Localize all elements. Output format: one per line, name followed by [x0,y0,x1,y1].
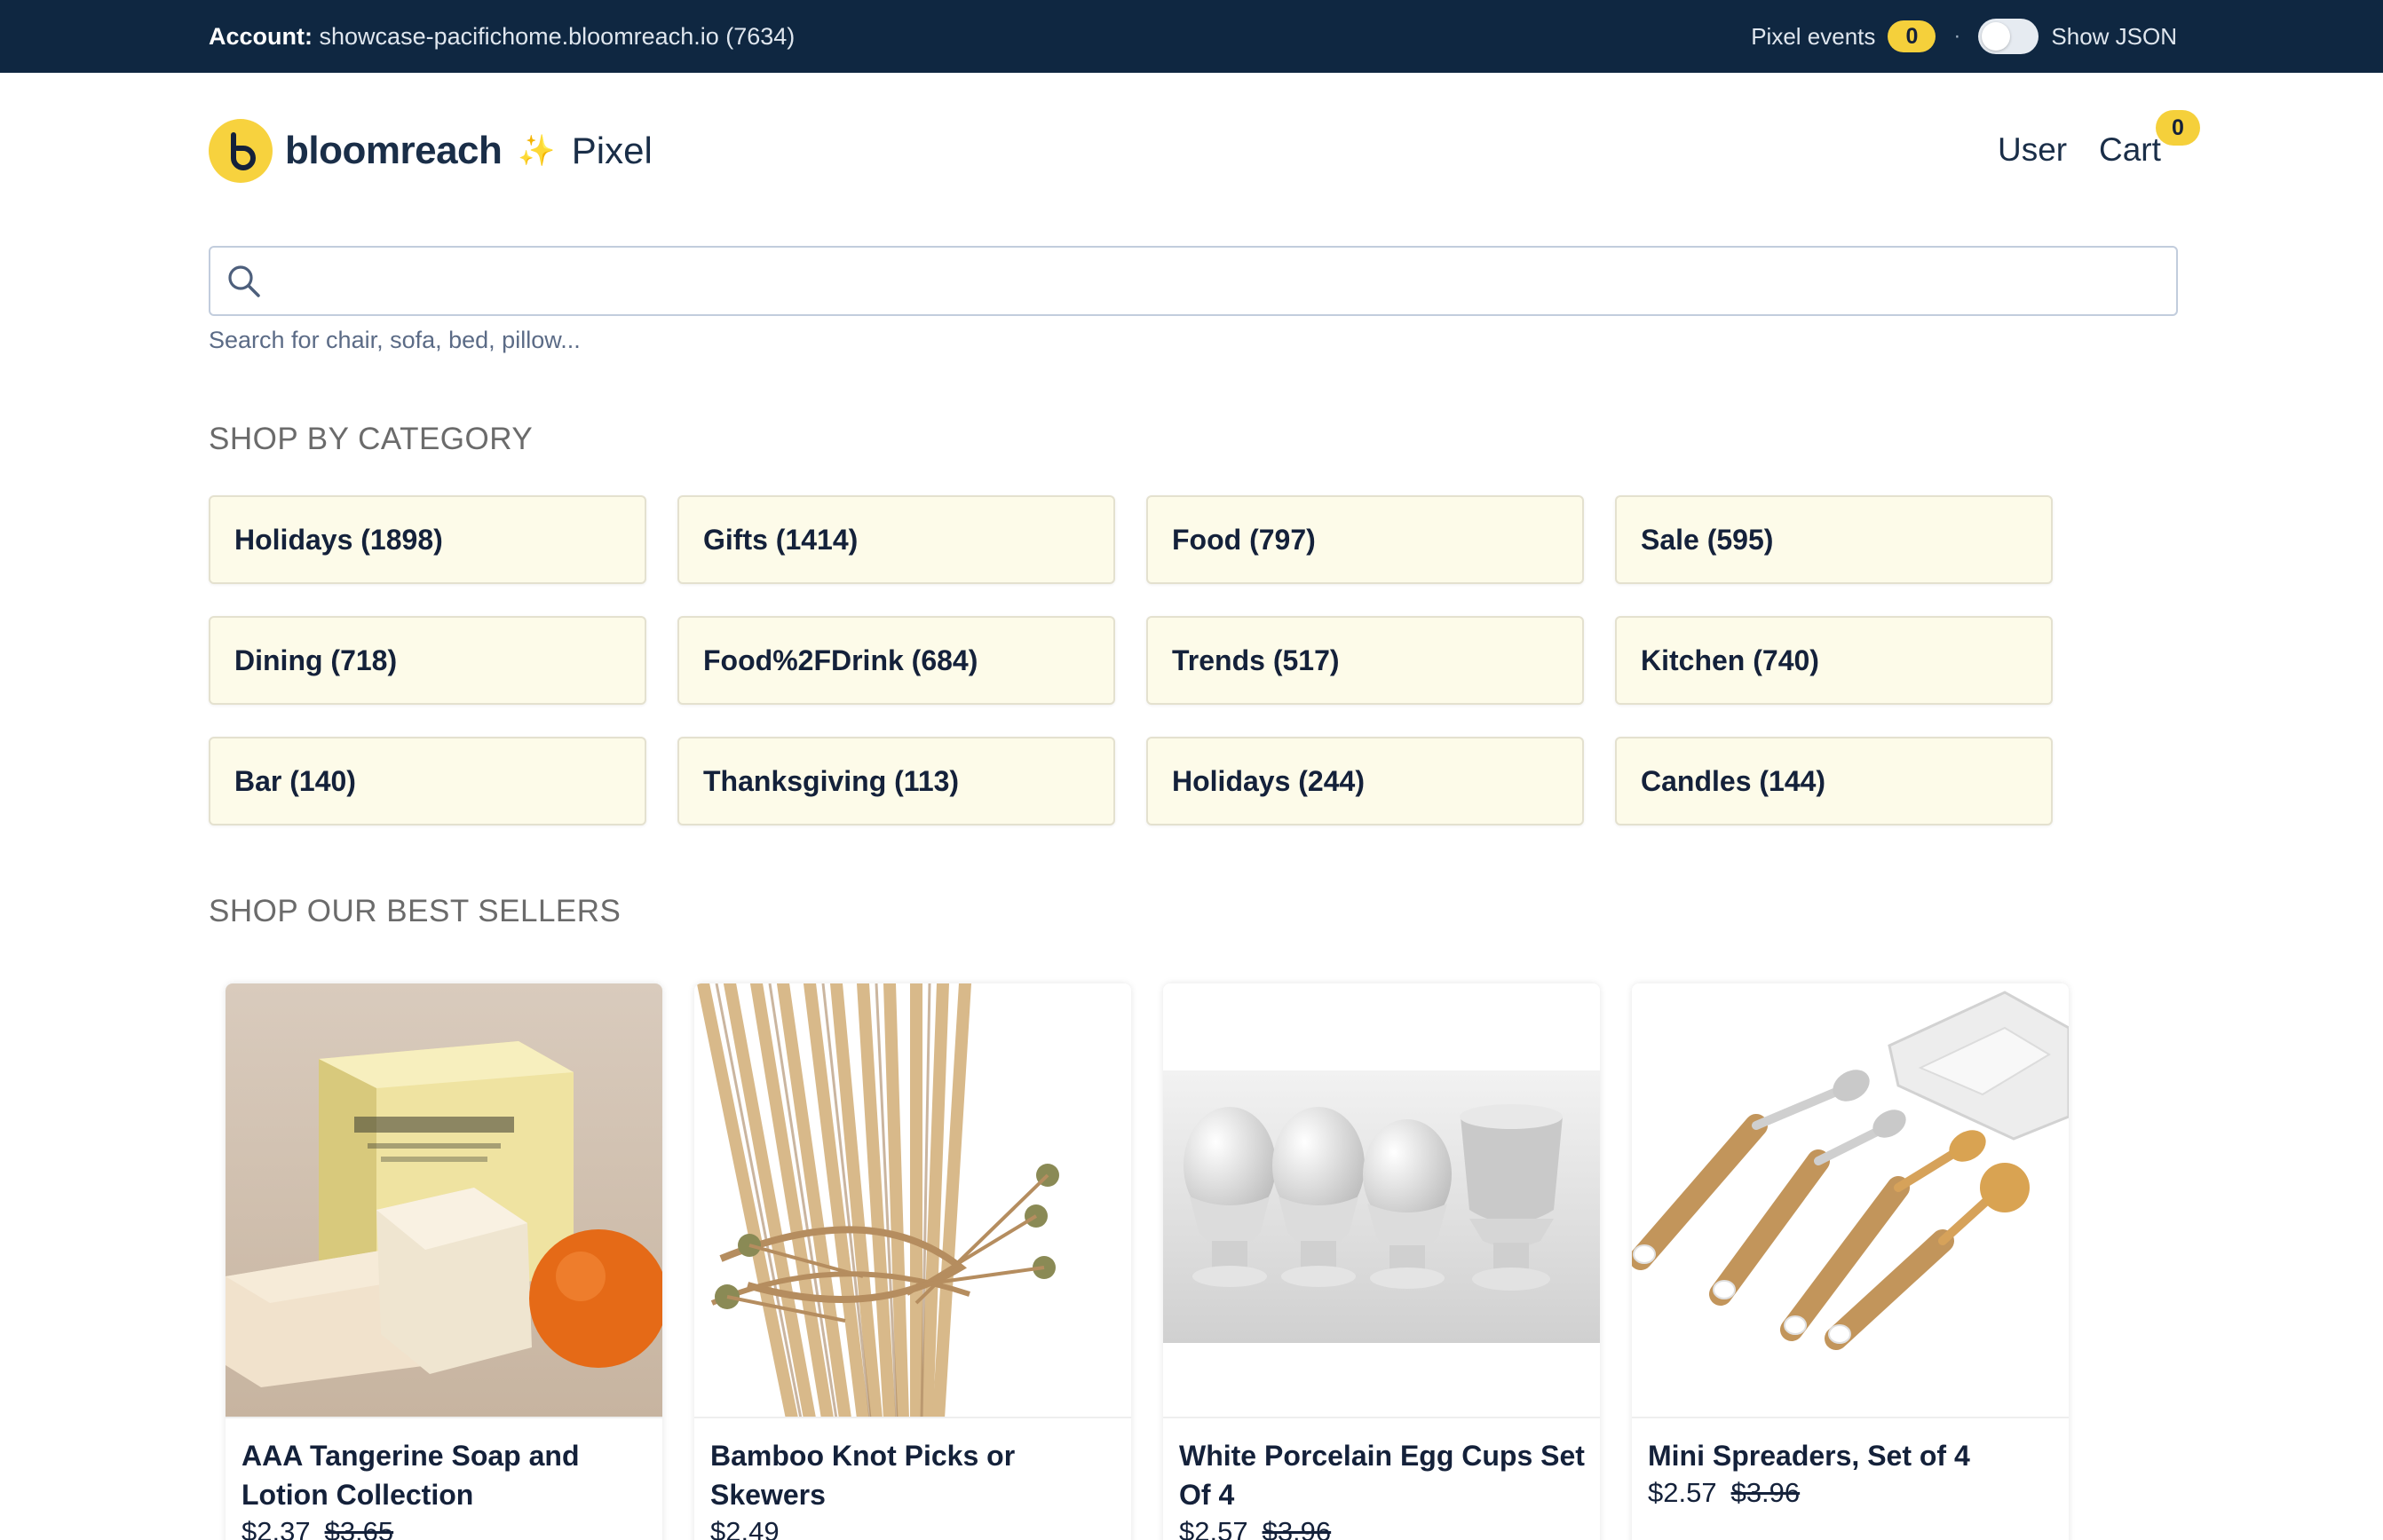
pixel-events-label: Pixel events [1751,22,1876,50]
account-bar-controls: Pixel events 0 · Show JSON [1751,18,2177,55]
original-price: $3.96 [1262,1516,1332,1540]
category-button[interactable]: Candles (144) [1615,737,2053,825]
original-price: $3.65 [324,1516,394,1540]
product-card[interactable]: Bamboo Knot Picks or Skewers $2.49 [694,983,1131,1540]
account-value: showcase-pacifichome.bloomreach.io (7634… [319,23,796,50]
user-link[interactable]: User [1998,131,2067,169]
pixel-events-count-badge: 0 [1888,20,1936,52]
separator: · [1953,24,1961,48]
sale-price: $2.49 [710,1516,780,1540]
toggle-knob [1982,22,2011,51]
category-button[interactable]: Gifts (1414) [677,495,1115,584]
sparkle-icon: ✨ [518,134,556,168]
sale-price: $2.57 [1648,1477,1717,1508]
product-image[interactable] [1163,983,1600,1418]
product-price: $2.37 $3.65 [241,1516,393,1540]
search-icon [228,265,260,297]
category-button[interactable]: Trends (517) [1146,616,1584,705]
cart-count-badge: 0 [2156,110,2200,146]
product-image[interactable] [694,983,1131,1418]
account-label: Account: [209,23,313,50]
show-json-toggle[interactable] [1978,19,2039,54]
product-name[interactable]: Bamboo Knot Picks or Skewers [710,1436,1119,1514]
product-image[interactable] [226,983,662,1418]
category-section-title: SHOP BY CATEGORY [209,422,534,456]
cart-link[interactable]: Cart [2099,131,2161,169]
category-grid: Holidays (1898) Gifts (1414) Food (797) … [209,495,2053,825]
product-price: $2.57 $3.96 [1648,1477,1800,1509]
category-button[interactable]: Holidays (244) [1146,737,1584,825]
product-name[interactable]: Mini Spreaders, Set of 4 [1648,1436,2056,1475]
category-button[interactable]: Sale (595) [1615,495,2053,584]
product-name[interactable]: AAA Tangerine Soap and Lotion Collection [241,1436,650,1514]
account-bar: Account: showcase-pacifichome.bloomreach… [0,0,2383,73]
category-button[interactable]: Kitchen (740) [1615,616,2053,705]
category-button[interactable]: Food%2FDrink (684) [677,616,1115,705]
product-card[interactable]: Mini Spreaders, Set of 4 $2.57 $3.96 [1632,983,2069,1540]
brand-name: bloomreach [285,129,503,172]
category-button[interactable]: Holidays (1898) [209,495,646,584]
bloomreach-logo-icon [209,119,273,183]
search-input[interactable] [274,257,2157,306]
product-name: Pixel [571,130,653,171]
category-button[interactable]: Food (797) [1146,495,1584,584]
search-hint: Search for chair, sofa, bed, pillow... [209,327,581,353]
sale-price: $2.37 [241,1516,311,1540]
product-price: $2.57 $3.96 [1179,1516,1331,1540]
category-button[interactable]: Thanksgiving (113) [677,737,1115,825]
account-info: Account: showcase-pacifichome.bloomreach… [209,22,795,51]
bestsellers-section-title: SHOP OUR BEST SELLERS [209,894,621,928]
product-card[interactable]: White Porcelain Egg Cups Set Of 4 $2.57 $… [1163,983,1600,1540]
category-button[interactable]: Bar (140) [209,737,646,825]
product-image[interactable] [1632,983,2069,1418]
product-name[interactable]: White Porcelain Egg Cups Set Of 4 [1179,1436,1587,1514]
category-button[interactable]: Dining (718) [209,616,646,705]
show-json-label: Show JSON [2051,22,2177,50]
brand-logo[interactable]: bloomreach ✨ Pixel [209,119,653,183]
search-box[interactable] [209,246,2178,316]
original-price: $3.96 [1730,1477,1801,1508]
sale-price: $2.57 [1179,1516,1248,1540]
product-price: $2.49 [710,1516,794,1540]
product-card[interactable]: AAA Tangerine Soap and Lotion Collection… [226,983,662,1540]
